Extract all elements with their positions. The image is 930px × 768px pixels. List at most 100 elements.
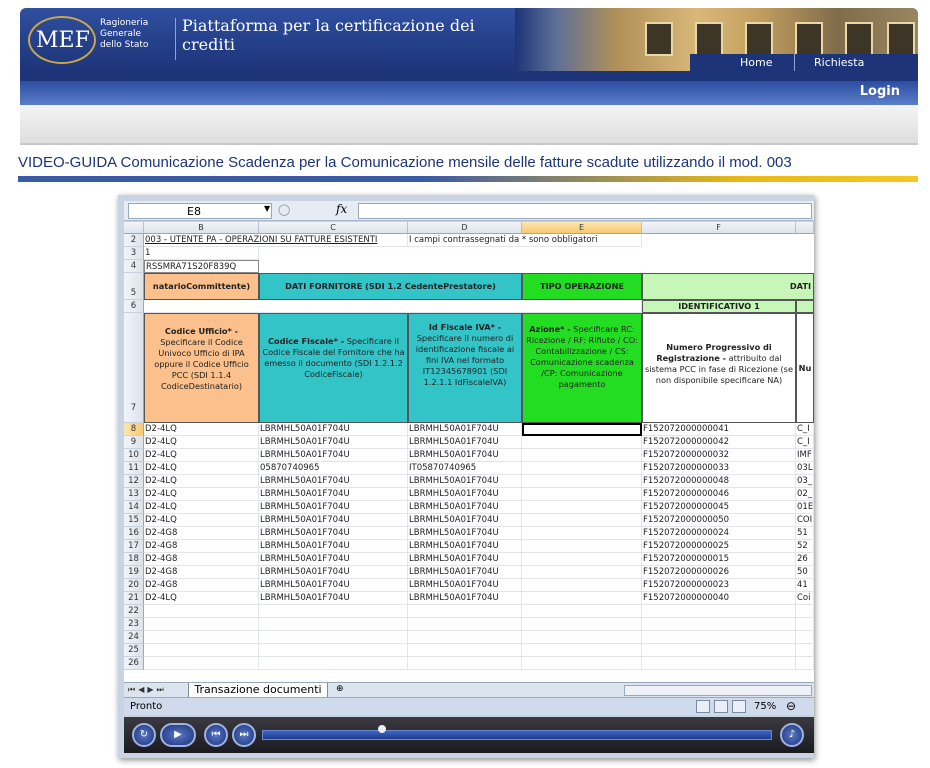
- col-header-g[interactable]: [796, 222, 814, 234]
- cell[interactable]: LBRMHL50A01F704U: [408, 579, 522, 592]
- numero-header-partial[interactable]: Nu: [796, 313, 814, 423]
- cell[interactable]: F152072000000042: [642, 436, 796, 449]
- cell[interactable]: [259, 618, 408, 631]
- id-fiscale-iva-header[interactable]: Id Fiscale IVA* - Specificare il numero …: [408, 313, 522, 423]
- cell[interactable]: [408, 631, 522, 644]
- cell[interactable]: D2-4LQ: [144, 423, 259, 436]
- cell[interactable]: LBRMHL50A01F704U: [259, 540, 408, 553]
- row-header[interactable]: 3: [124, 247, 144, 260]
- cell[interactable]: [796, 644, 814, 657]
- codice-fiscale-header[interactable]: Codice Fiscale* - Specificare il Codice …: [259, 313, 408, 423]
- rewind-icon[interactable]: ⏮: [204, 723, 228, 747]
- cell[interactable]: [642, 644, 796, 657]
- cell[interactable]: LBRMHL50A01F704U: [408, 436, 522, 449]
- numero-progressivo-header[interactable]: Numero Progressivo di Registrazione - at…: [642, 313, 796, 423]
- cell[interactable]: F152072000000026: [642, 566, 796, 579]
- col-header-e[interactable]: E: [522, 222, 642, 234]
- row-header[interactable]: 16: [124, 527, 144, 540]
- codice-ufficio-header[interactable]: Codice Ufficio* - Specificare il Codice …: [144, 313, 259, 423]
- cell[interactable]: F152072000000046: [642, 488, 796, 501]
- play-icon[interactable]: ▶: [160, 723, 196, 747]
- cell[interactable]: 03L: [796, 462, 814, 475]
- cell[interactable]: D2-4LQ: [144, 514, 259, 527]
- cell[interactable]: 02_: [796, 488, 814, 501]
- cell[interactable]: [522, 488, 642, 501]
- sheet-nav-arrows-icon[interactable]: ⏮◀▶⏭: [128, 685, 167, 695]
- replay-icon[interactable]: ↻: [132, 723, 156, 747]
- cell[interactable]: LBRMHL50A01F704U: [259, 436, 408, 449]
- col-header-f[interactable]: F: [642, 222, 796, 234]
- row-header[interactable]: 23: [124, 618, 144, 631]
- cell[interactable]: 50: [796, 566, 814, 579]
- col-header-c[interactable]: C: [259, 222, 408, 234]
- cell[interactable]: LBRMHL50A01F704U: [408, 488, 522, 501]
- row-header[interactable]: 14: [124, 501, 144, 514]
- cell[interactable]: LBRMHL50A01F704U: [408, 592, 522, 605]
- cell[interactable]: [796, 618, 814, 631]
- normal-view-icon[interactable]: [696, 700, 710, 713]
- row-header[interactable]: 15: [124, 514, 144, 527]
- cell[interactable]: C_I: [796, 436, 814, 449]
- cell[interactable]: [522, 540, 642, 553]
- cell[interactable]: LBRMHL50A01F704U: [259, 475, 408, 488]
- cell[interactable]: 03_: [796, 475, 814, 488]
- cell[interactable]: C_I: [796, 423, 814, 436]
- cell[interactable]: [522, 553, 642, 566]
- forward-icon[interactable]: ⏭: [232, 723, 256, 747]
- identificativo-header[interactable]: IDENTIFICATIVO 1: [642, 300, 796, 313]
- row-header[interactable]: 8: [124, 423, 144, 436]
- cell[interactable]: 51: [796, 527, 814, 540]
- cell[interactable]: [796, 300, 814, 313]
- row-header[interactable]: 26: [124, 657, 144, 670]
- cell[interactable]: LBRMHL50A01F704U: [408, 514, 522, 527]
- cell[interactable]: [796, 631, 814, 644]
- chevron-down-icon[interactable]: ▼: [264, 204, 270, 213]
- cell[interactable]: [144, 657, 259, 670]
- login-link[interactable]: Login: [860, 84, 900, 99]
- nav-assistenza-link[interactable]: Richiesta Assistenza: [814, 56, 918, 71]
- cell[interactable]: [642, 605, 796, 618]
- new-sheet-icon[interactable]: ⊕: [336, 684, 344, 694]
- fornitore-group-header[interactable]: DATI FORNITORE (SDI 1.2 CedentePrestator…: [259, 273, 522, 300]
- cell[interactable]: F152072000000050: [642, 514, 796, 527]
- cell[interactable]: [259, 631, 408, 644]
- cell[interactable]: F152072000000045: [642, 501, 796, 514]
- cell[interactable]: 52: [796, 540, 814, 553]
- cell[interactable]: [522, 657, 642, 670]
- row-header[interactable]: 11: [124, 462, 144, 475]
- cell[interactable]: LBRMHL50A01F704U: [259, 566, 408, 579]
- cell[interactable]: [522, 618, 642, 631]
- cell[interactable]: F152072000000025: [642, 540, 796, 553]
- row-header[interactable]: 24: [124, 631, 144, 644]
- row-header[interactable]: 12: [124, 475, 144, 488]
- cell[interactable]: F152072000000048: [642, 475, 796, 488]
- cell[interactable]: D2-4G8: [144, 553, 259, 566]
- cell[interactable]: LBRMHL50A01F704U: [408, 475, 522, 488]
- cell[interactable]: [259, 657, 408, 670]
- horizontal-scrollbar[interactable]: [624, 685, 812, 696]
- video-progress-bar[interactable]: [262, 725, 772, 740]
- page-break-icon[interactable]: [732, 700, 746, 713]
- cell[interactable]: 05870740965: [259, 462, 408, 475]
- row-header[interactable]: 9: [124, 436, 144, 449]
- tipo-operazione-header[interactable]: TIPO OPERAZIONE: [522, 273, 642, 300]
- cell[interactable]: 1: [144, 247, 259, 260]
- volume-icon[interactable]: ♪: [780, 723, 804, 747]
- cell[interactable]: [642, 618, 796, 631]
- active-cell-e8[interactable]: [522, 423, 642, 436]
- cell[interactable]: [144, 631, 259, 644]
- cell[interactable]: LBRMHL50A01F704U: [408, 501, 522, 514]
- cell[interactable]: LBRMHL50A01F704U: [408, 540, 522, 553]
- cell[interactable]: IMF: [796, 449, 814, 462]
- cell[interactable]: F152072000000041: [642, 423, 796, 436]
- fx-icon[interactable]: fx: [336, 202, 347, 216]
- cell[interactable]: 01E: [796, 501, 814, 514]
- cell[interactable]: [522, 527, 642, 540]
- nav-home-link[interactable]: Home: [740, 56, 772, 69]
- required-note-cell[interactable]: I campi contrassegnati da * sono obbliga…: [408, 234, 642, 247]
- azione-header[interactable]: Azione* - Specificare RC: Ricezione / RF…: [522, 313, 642, 423]
- row-header[interactable]: 7: [124, 313, 144, 423]
- cell[interactable]: [522, 644, 642, 657]
- cell[interactable]: [522, 475, 642, 488]
- cell[interactable]: D2-4G8: [144, 527, 259, 540]
